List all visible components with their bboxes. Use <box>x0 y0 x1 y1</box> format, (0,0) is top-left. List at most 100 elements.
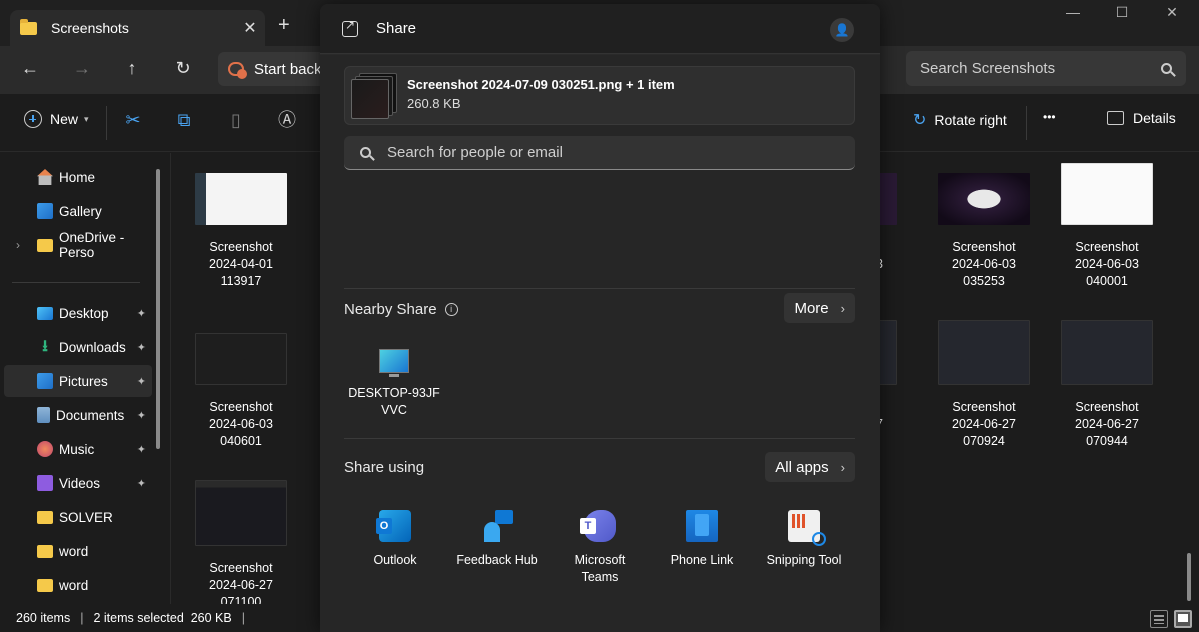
sidebar-item-label: Gallery <box>59 203 102 219</box>
people-search-input[interactable] <box>387 144 855 161</box>
file-item[interactable]: Screenshot 2024-06-27 070944 <box>1047 320 1167 450</box>
app-outlook[interactable]: Outlook <box>345 510 445 569</box>
nearby-device[interactable]: DESKTOP-93JF VVC <box>348 349 440 419</box>
paste-icon[interactable]: ▯ <box>225 109 247 131</box>
file-item[interactable]: Screenshot 2024-06-27 070924 <box>924 320 1044 450</box>
app-name: Phone Link <box>670 553 734 567</box>
file-item[interactable]: Screenshot 2024-04-01 113917 <box>181 173 301 290</box>
close-window-button[interactable]: ✕ <box>1149 4 1195 21</box>
app-name: Snipping Tool <box>766 553 842 567</box>
sidebar-item-word[interactable]: word <box>4 569 152 601</box>
sidebar-item-home[interactable]: Home <box>4 161 152 193</box>
content-scrollbar[interactable] <box>1187 553 1191 601</box>
share-using-title: Share using <box>344 459 425 476</box>
status-separator: | <box>241 611 245 625</box>
up-button[interactable]: ↑ <box>117 58 147 79</box>
minimize-button[interactable]: — <box>1050 4 1096 20</box>
sidebar-item-label: Pictures <box>59 373 108 389</box>
rotate-right-icon: ↻ <box>913 112 927 129</box>
info-icon[interactable]: i <box>444 303 458 316</box>
navigation-pane: Home Gallery › OneDrive - Perso Desktop … <box>0 153 170 604</box>
more-button[interactable]: More › <box>784 293 855 323</box>
file-thumbnail <box>195 173 287 225</box>
details-label: Details <box>1133 110 1176 126</box>
sidebar-item-videos[interactable]: Videos ✦ <box>4 467 152 499</box>
file-name: Screenshot 2024-06-03 040601 <box>209 400 273 448</box>
app-snipping-tool[interactable]: Snipping Tool <box>754 510 854 569</box>
refresh-button[interactable]: ↻ <box>168 58 198 79</box>
more-options-button[interactable]: ••• <box>1043 110 1056 124</box>
file-name: Screenshot 2024-06-03 040001 <box>1075 240 1139 288</box>
file-thumbnail <box>1061 320 1153 385</box>
all-apps-button[interactable]: All apps › <box>765 452 855 482</box>
app-microsoft-teams[interactable]: MicrosoftTeams <box>550 510 650 586</box>
file-thumbnail <box>195 333 287 385</box>
large-icons-view-button[interactable] <box>1174 610 1192 628</box>
nearby-share-title: Nearby Share i <box>344 301 458 318</box>
sidebar-item-label: OneDrive - Perso <box>59 230 125 260</box>
app-phone-link[interactable]: Phone Link <box>652 510 752 569</box>
sidebar-item-label: Videos <box>59 475 101 491</box>
forward-button[interactable]: → <box>67 58 97 79</box>
tab-close-button[interactable]: ✕ <box>235 18 265 38</box>
sidebar-scrollbar[interactable] <box>156 169 160 449</box>
file-thumbnail <box>938 320 1030 385</box>
people-search-box[interactable] <box>344 136 855 170</box>
cut-icon[interactable]: ✂ <box>122 109 144 131</box>
pin-icon: ✦ <box>136 477 146 490</box>
sidebar-item-pictures[interactable]: Pictures ✦ <box>4 365 152 397</box>
search-box[interactable] <box>906 51 1186 86</box>
file-item[interactable]: Screenshot 2024-06-27 071100 <box>181 480 301 611</box>
divider <box>106 106 107 140</box>
rotate-right-button[interactable]: ↻ Rotate right <box>913 110 1007 130</box>
snipping-tool-icon <box>788 510 826 546</box>
new-tab-button[interactable]: + <box>278 14 290 37</box>
sidebar-item-documents[interactable]: Documents ✦ <box>4 399 152 431</box>
sidebar-item-music[interactable]: Music ✦ <box>4 433 152 465</box>
file-item[interactable]: Screenshot 2024-06-03 035253 <box>924 173 1044 290</box>
folder-icon <box>20 18 37 35</box>
app-name: Outlook <box>373 553 417 567</box>
sidebar-item-onedrive[interactable]: › OneDrive - Perso <box>4 229 152 261</box>
outlook-icon <box>376 510 411 542</box>
app-feedback-hub[interactable]: Feedback Hub <box>447 510 547 569</box>
rename-icon[interactable]: Ⓐ <box>276 109 298 131</box>
copy-icon[interactable]: ⧉ <box>173 109 195 131</box>
shared-file-card: Screenshot 2024-07-09 030251.png + 1 ite… <box>344 66 855 125</box>
sidebar-item-label: word <box>59 543 89 559</box>
plus-circle-icon <box>24 110 42 128</box>
sidebar-item-gallery[interactable]: Gallery <box>4 195 152 227</box>
pin-icon: ✦ <box>136 307 146 320</box>
details-button[interactable]: Details <box>1107 110 1176 126</box>
sidebar-item-label: Downloads <box>59 339 126 355</box>
pin-icon: ✦ <box>136 409 146 422</box>
details-view-button[interactable] <box>1150 610 1168 628</box>
device-name: DESKTOP-93JF VVC <box>348 386 440 417</box>
tab-screenshots[interactable]: Screenshots ✕ <box>10 10 265 46</box>
chevron-right-icon: › <box>840 459 845 475</box>
new-button[interactable]: New ▾ <box>24 110 89 128</box>
file-stack-thumbnail <box>351 73 397 119</box>
file-thumbnail <box>938 173 1030 225</box>
address-label: Start back <box>254 60 322 78</box>
file-item[interactable]: Screenshot 2024-06-03 040601 <box>181 333 301 450</box>
sidebar-item-word[interactable]: word <box>4 535 152 567</box>
app-name: Feedback Hub <box>456 553 538 567</box>
home-icon <box>37 169 53 185</box>
maximize-button[interactable]: ☐ <box>1099 4 1145 21</box>
back-button[interactable]: ← <box>15 58 45 79</box>
all-apps-label: All apps <box>775 458 829 476</box>
feedback-hub-icon <box>481 510 513 542</box>
documents-icon <box>37 407 50 423</box>
share-dialog: Share 👤 Screenshot 2024-07-09 030251.png… <box>320 4 880 632</box>
search-icon[interactable] <box>1161 63 1172 74</box>
chevron-right-icon[interactable]: › <box>16 238 20 252</box>
sidebar-item-desktop[interactable]: Desktop ✦ <box>4 297 152 329</box>
search-input[interactable] <box>920 60 1161 77</box>
account-avatar[interactable]: 👤 <box>830 18 854 42</box>
sidebar-item-solver[interactable]: SOLVER <box>4 501 152 533</box>
file-item[interactable]: Screenshot 2024-06-03 040001 <box>1047 163 1167 290</box>
file-name: Screenshot 2024-06-03 035253 <box>952 240 1016 288</box>
share-body: Screenshot 2024-07-09 030251.png + 1 ite… <box>320 55 880 632</box>
sidebar-item-downloads[interactable]: ⭳ Downloads ✦ <box>4 331 152 363</box>
